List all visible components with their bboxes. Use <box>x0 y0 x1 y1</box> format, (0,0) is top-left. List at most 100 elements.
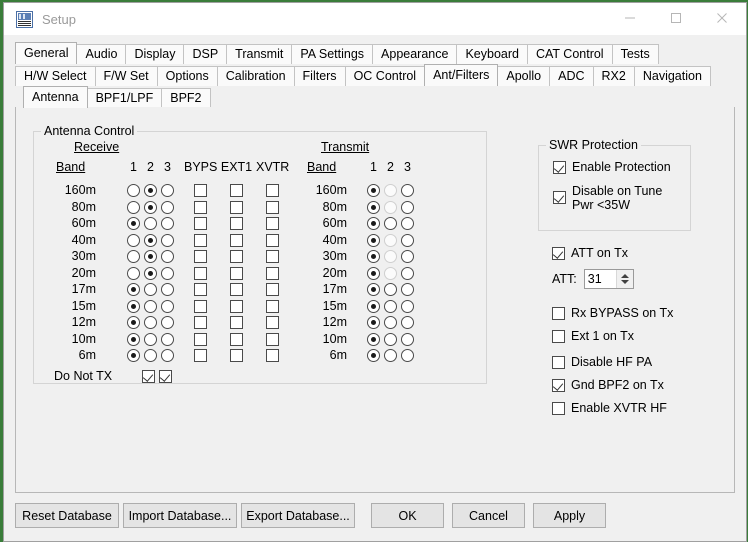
transmit-antenna-radio-40m-3[interactable] <box>401 233 414 247</box>
receive-byps-checkbox-17m[interactable] <box>194 283 207 296</box>
tab-bpf2[interactable]: BPF2 <box>161 88 211 108</box>
receive-antenna-radio-6m-3[interactable] <box>161 349 174 362</box>
tab-filters[interactable]: Filters <box>293 66 346 86</box>
transmit-antenna-radio-80m-2[interactable] <box>384 200 397 214</box>
export-database-button[interactable]: Export Database... <box>241 503 355 528</box>
tab-f-w-set[interactable]: F/W Set <box>94 66 158 86</box>
receive-antenna-radio-80m-1[interactable] <box>127 200 140 214</box>
transmit-antenna-radio-15m-3[interactable] <box>401 299 414 313</box>
maximize-icon[interactable] <box>653 3 699 33</box>
receive-xvtr-checkbox-60m[interactable] <box>266 217 279 230</box>
import-database-button[interactable]: Import Database... <box>123 503 237 528</box>
spinner-arrows[interactable] <box>615 270 633 288</box>
do-not-tx-checkbox-2[interactable] <box>142 369 155 383</box>
tab-rx2[interactable]: RX2 <box>592 66 635 86</box>
receive-antenna-radio-30m-3[interactable] <box>161 250 174 263</box>
receive-byps-checkbox-12m[interactable] <box>194 316 207 329</box>
receive-ext1-checkbox-10m[interactable] <box>230 332 243 346</box>
transmit-antenna-radio-17m-3[interactable] <box>401 283 414 296</box>
tab-oc-control[interactable]: OC Control <box>344 66 426 86</box>
receive-antenna-radio-15m-2[interactable] <box>144 299 157 313</box>
receive-antenna-radio-160m-3[interactable] <box>161 184 174 197</box>
receive-byps-checkbox-20m[interactable] <box>194 266 207 280</box>
transmit-antenna-radio-30m-3[interactable] <box>401 250 414 263</box>
receive-antenna-radio-160m-1[interactable] <box>127 184 140 197</box>
option-checkbox-ext-1-on-tx[interactable]: Ext 1 on Tx <box>552 329 634 343</box>
transmit-antenna-radio-30m-1[interactable] <box>367 250 380 263</box>
transmit-antenna-radio-60m-2[interactable] <box>384 217 397 230</box>
tab-audio[interactable]: Audio <box>76 44 127 64</box>
tab-cat-control[interactable]: CAT Control <box>526 44 613 64</box>
att-on-tx-checkbox[interactable]: ATT on Tx <box>552 246 628 260</box>
tab-display[interactable]: Display <box>125 44 185 64</box>
disable-on-tune-checkbox[interactable]: Disable on Tune Pwr <35W <box>553 184 662 212</box>
receive-antenna-radio-160m-2[interactable] <box>144 184 157 197</box>
receive-ext1-checkbox-60m[interactable] <box>230 217 243 230</box>
receive-ext1-checkbox-80m[interactable] <box>230 200 243 214</box>
transmit-antenna-radio-12m-1[interactable] <box>367 316 380 329</box>
tab-bpf1-lpf[interactable]: BPF1/LPF <box>86 88 163 108</box>
receive-xvtr-checkbox-12m[interactable] <box>266 316 279 329</box>
receive-byps-checkbox-40m[interactable] <box>194 233 207 247</box>
chevron-down-icon[interactable] <box>620 280 629 284</box>
tab-dsp[interactable]: DSP <box>183 44 228 64</box>
tab-pa-settings[interactable]: PA Settings <box>291 44 374 64</box>
receive-byps-checkbox-10m[interactable] <box>194 332 207 346</box>
receive-antenna-radio-6m-1[interactable] <box>127 349 140 362</box>
option-checkbox-disable-hf-pa[interactable]: Disable HF PA <box>552 355 652 369</box>
do-not-tx-checkbox-3[interactable] <box>159 369 172 383</box>
receive-ext1-checkbox-30m[interactable] <box>230 250 243 263</box>
receive-antenna-radio-12m-1[interactable] <box>127 316 140 329</box>
tab-transmit[interactable]: Transmit <box>226 44 293 64</box>
receive-xvtr-checkbox-10m[interactable] <box>266 332 279 346</box>
transmit-antenna-radio-12m-2[interactable] <box>384 316 397 329</box>
transmit-antenna-radio-10m-3[interactable] <box>401 332 414 346</box>
receive-xvtr-checkbox-6m[interactable] <box>266 349 279 362</box>
receive-antenna-radio-12m-2[interactable] <box>144 316 157 329</box>
transmit-antenna-radio-40m-1[interactable] <box>367 233 380 247</box>
receive-byps-checkbox-30m[interactable] <box>194 250 207 263</box>
receive-byps-checkbox-6m[interactable] <box>194 349 207 362</box>
transmit-antenna-radio-20m-2[interactable] <box>384 266 397 280</box>
tab-antenna[interactable]: Antenna <box>23 86 88 108</box>
transmit-antenna-radio-12m-3[interactable] <box>401 316 414 329</box>
close-icon[interactable] <box>699 3 745 33</box>
receive-xvtr-checkbox-30m[interactable] <box>266 250 279 263</box>
transmit-antenna-radio-6m-1[interactable] <box>367 349 380 362</box>
option-checkbox-enable-xvtr-hf[interactable]: Enable XVTR HF <box>552 401 667 415</box>
tab-appearance[interactable]: Appearance <box>372 44 458 64</box>
transmit-antenna-radio-17m-2[interactable] <box>384 283 397 296</box>
enable-protection-checkbox[interactable]: Enable Protection <box>553 160 671 174</box>
receive-antenna-radio-10m-1[interactable] <box>127 332 140 346</box>
receive-antenna-radio-10m-3[interactable] <box>161 332 174 346</box>
tab-adc[interactable]: ADC <box>549 66 594 86</box>
receive-antenna-radio-60m-3[interactable] <box>161 217 174 230</box>
receive-antenna-radio-60m-2[interactable] <box>144 217 157 230</box>
receive-ext1-checkbox-15m[interactable] <box>230 299 243 313</box>
transmit-antenna-radio-30m-2[interactable] <box>384 250 397 263</box>
receive-ext1-checkbox-20m[interactable] <box>230 266 243 280</box>
receive-antenna-radio-30m-1[interactable] <box>127 250 140 263</box>
receive-xvtr-checkbox-160m[interactable] <box>266 184 279 197</box>
receive-ext1-checkbox-160m[interactable] <box>230 184 243 197</box>
receive-ext1-checkbox-40m[interactable] <box>230 233 243 247</box>
receive-antenna-radio-17m-3[interactable] <box>161 283 174 296</box>
receive-xvtr-checkbox-80m[interactable] <box>266 200 279 214</box>
receive-ext1-checkbox-12m[interactable] <box>230 316 243 329</box>
receive-antenna-radio-20m-3[interactable] <box>161 266 174 280</box>
transmit-antenna-radio-10m-2[interactable] <box>384 332 397 346</box>
option-checkbox-rx-bypass-on-tx[interactable]: Rx BYPASS on Tx <box>552 306 673 320</box>
transmit-antenna-radio-80m-1[interactable] <box>367 200 380 214</box>
tab-h-w-select[interactable]: H/W Select <box>15 66 96 86</box>
cancel-button[interactable]: Cancel <box>452 503 525 528</box>
apply-button[interactable]: Apply <box>533 503 606 528</box>
transmit-antenna-radio-40m-2[interactable] <box>384 233 397 247</box>
receive-xvtr-checkbox-40m[interactable] <box>266 233 279 247</box>
transmit-antenna-radio-60m-1[interactable] <box>367 217 380 230</box>
tab-options[interactable]: Options <box>156 66 218 86</box>
receive-antenna-radio-40m-3[interactable] <box>161 233 174 247</box>
receive-ext1-checkbox-6m[interactable] <box>230 349 243 362</box>
receive-antenna-radio-20m-2[interactable] <box>144 266 157 280</box>
transmit-antenna-radio-15m-1[interactable] <box>367 299 380 313</box>
receive-xvtr-checkbox-15m[interactable] <box>266 299 279 313</box>
